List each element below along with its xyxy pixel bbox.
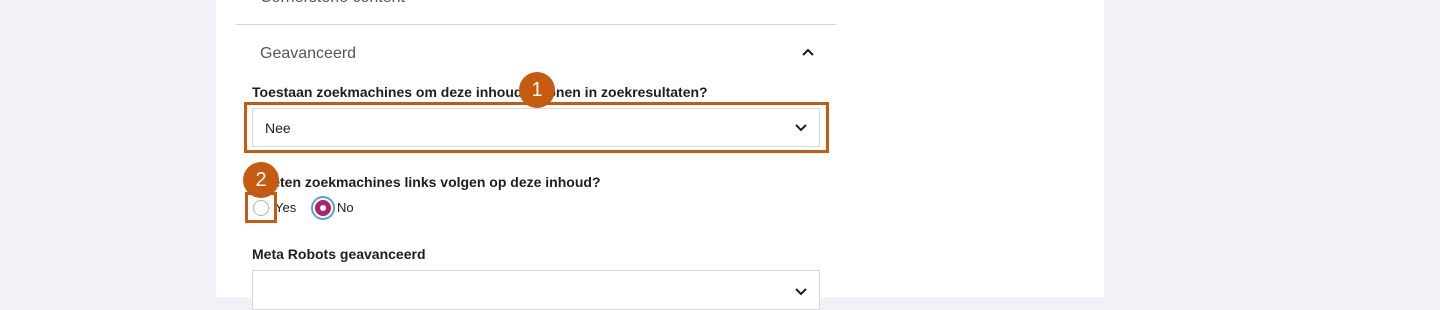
follow-links-option-no[interactable]: No <box>315 198 354 218</box>
step2-badge: 2 <box>243 162 279 198</box>
step1-badge: 1 <box>519 72 555 108</box>
radio-no-label: No <box>337 200 354 215</box>
follow-links-option-yes[interactable]: Yes <box>253 198 296 218</box>
radio-no[interactable] <box>315 200 331 216</box>
previous-section-label[interactable]: Cornerstone content <box>260 0 405 8</box>
advanced-section-title: Geavanceerd <box>260 45 357 62</box>
advanced-section-toggle[interactable]: Geavanceerd <box>236 32 836 72</box>
meta-robots-select[interactable] <box>252 270 820 310</box>
follow-links-label: Moeten zoekmachines links volgen op deze… <box>252 174 601 190</box>
section-divider <box>236 24 836 25</box>
chevron-down-icon <box>795 124 807 132</box>
radio-yes-label: Yes <box>275 200 297 215</box>
allow-search-selected-value: Nee <box>265 120 291 136</box>
allow-search-label: Toestaan zoekmachines om deze inhoud te … <box>252 84 708 100</box>
chevron-down-icon <box>795 288 807 296</box>
allow-search-select[interactable]: Nee <box>252 108 820 147</box>
chevron-up-icon <box>802 48 814 56</box>
meta-robots-label: Meta Robots geavanceerd <box>252 246 426 262</box>
radio-yes[interactable] <box>253 200 269 216</box>
